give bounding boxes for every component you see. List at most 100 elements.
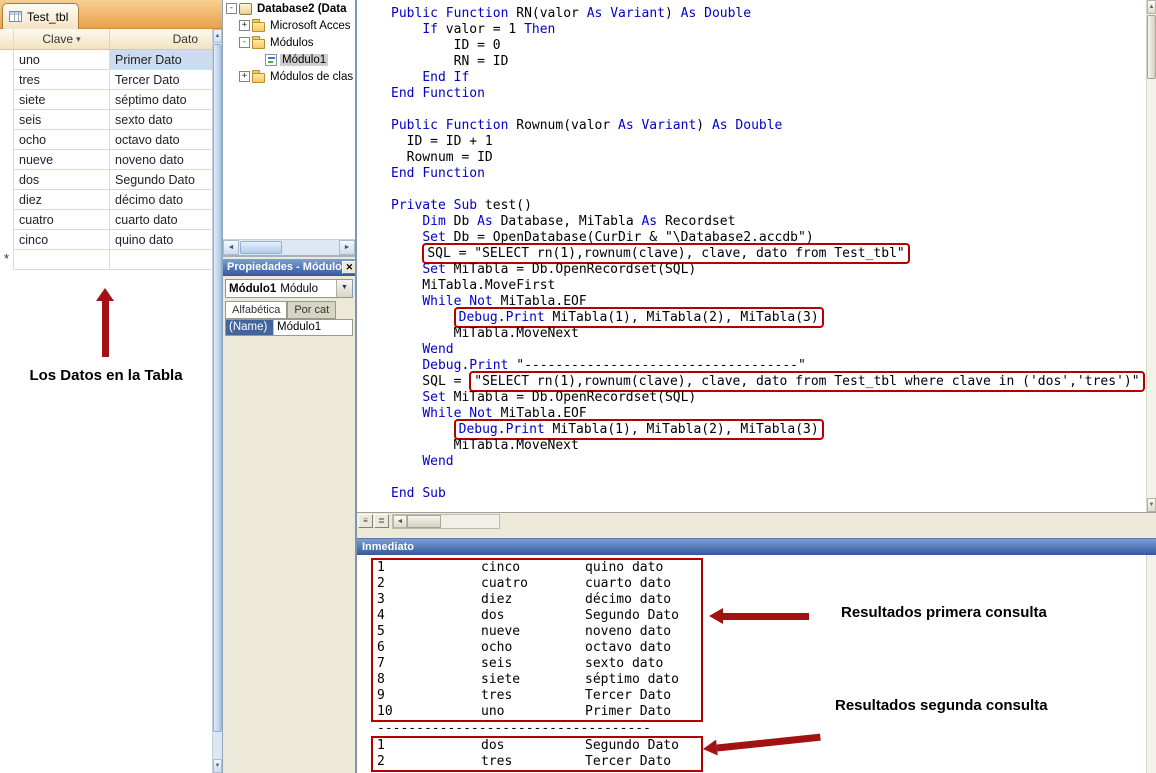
code-horizontal-scrollbar[interactable]: ◄ (392, 514, 500, 529)
record-selector[interactable] (0, 110, 14, 130)
record-selector[interactable] (0, 150, 14, 170)
code-line[interactable]: Dim Db As Database, MiTabla As Recordset (391, 214, 1146, 230)
code-line[interactable]: Wend (391, 454, 1146, 470)
code-line[interactable]: Set MiTabla = Db.OpenRecordset(SQL) (391, 262, 1146, 278)
code-line[interactable]: SQL = "SELECT rn(1),rownum(clave), clave… (391, 243, 1146, 264)
code-line[interactable]: Debug.Print MiTabla(1), MiTabla(2), MiTa… (391, 419, 1146, 440)
output-row[interactable]: 5 nueve noveno dato (377, 624, 701, 640)
code-line[interactable]: Private Sub test() (391, 198, 1146, 214)
output-row[interactable]: 8 siete séptimo dato (377, 672, 701, 688)
sort-filter-icon[interactable]: ▾ (76, 34, 81, 45)
code-vertical-scrollbar[interactable]: ▲ ▼ (1146, 0, 1156, 512)
code-line[interactable] (391, 182, 1146, 198)
output-row[interactable]: 10 uno Primer Dato (377, 704, 701, 720)
procedure-view-icon[interactable]: ≡ (358, 514, 373, 528)
code-line[interactable]: End Sub (391, 486, 1146, 502)
cell-dato[interactable]: séptimo dato (110, 90, 212, 110)
cell-clave[interactable]: nueve (14, 150, 110, 170)
column-header-clave[interactable]: Clave ▾ (14, 29, 110, 49)
scroll-down-icon[interactable]: ▼ (213, 759, 222, 773)
cell-clave[interactable]: uno (14, 50, 110, 70)
scroll-up-icon[interactable]: ▲ (213, 29, 222, 43)
expand-icon[interactable]: + (239, 71, 250, 82)
scrollbar-track[interactable] (282, 240, 339, 255)
cell-dato[interactable]: Segundo Dato (110, 170, 212, 190)
code-line[interactable]: ID = 0 (391, 38, 1146, 54)
property-value-cell[interactable]: Módulo1 (274, 320, 352, 335)
cell-clave[interactable]: dos (14, 170, 110, 190)
tree-item-m-dulos-de-clas[interactable]: + Módulos de clas (223, 68, 355, 85)
cell-clave[interactable]: tres (14, 70, 110, 90)
tree-item-m-dulos[interactable]: - Módulos (223, 34, 355, 51)
close-icon[interactable]: ✕ (341, 261, 355, 274)
scroll-left-icon[interactable]: ◄ (223, 240, 239, 255)
property-name-cell[interactable]: (Name) (226, 320, 274, 335)
tab-alphabetic[interactable]: Alfabética (225, 301, 288, 319)
output-row[interactable]: 2 cuatro cuarto dato (377, 576, 701, 592)
new-record-row[interactable]: * (0, 250, 212, 270)
cell-dato[interactable]: octavo dato (110, 130, 212, 150)
code-line[interactable]: Rownum = ID (391, 150, 1146, 166)
record-selector[interactable] (0, 190, 14, 210)
code-line[interactable]: MiTabla.MoveNext (391, 438, 1146, 454)
cell-dato[interactable] (110, 250, 212, 270)
record-selector[interactable] (0, 70, 14, 90)
cell-clave[interactable]: diez (14, 190, 110, 210)
record-selector[interactable] (0, 90, 14, 110)
cell-clave[interactable] (14, 250, 110, 270)
output-row[interactable]: 1 cinco quino dato (377, 560, 701, 576)
column-header-dato[interactable]: Dato (110, 29, 212, 49)
record-selector[interactable] (0, 130, 14, 150)
code-line[interactable]: Debug.Print MiTabla(1), MiTabla(2), MiTa… (391, 307, 1146, 328)
tab-test-tbl[interactable]: Test_tbl (2, 3, 80, 29)
tree-item-m-dulo1[interactable]: Módulo1 (223, 51, 355, 68)
cell-dato[interactable]: décimo dato (110, 190, 212, 210)
code-line[interactable]: Public Function Rownum(valor As Variant)… (391, 118, 1146, 134)
code-line[interactable]: End Function (391, 166, 1146, 182)
record-selector[interactable] (0, 50, 14, 70)
cell-dato[interactable]: sexto dato (110, 110, 212, 130)
record-selector[interactable] (0, 230, 14, 250)
cell-dato[interactable]: noveno dato (110, 150, 212, 170)
record-selector[interactable] (0, 210, 14, 230)
scroll-left-icon[interactable]: ◄ (393, 515, 407, 528)
immediate-window-titlebar[interactable]: Inmediato (357, 538, 1156, 555)
tab-categorized[interactable]: Por cat (287, 301, 337, 319)
scroll-up-icon[interactable]: ▲ (1147, 0, 1156, 14)
cell-clave[interactable]: cinco (14, 230, 110, 250)
scroll-right-icon[interactable]: ► (339, 240, 355, 255)
record-selector[interactable] (0, 170, 14, 190)
expand-icon[interactable]: + (239, 20, 250, 31)
code-line[interactable]: End If (391, 70, 1146, 86)
datasheet-vertical-scrollbar[interactable]: ▲ ▼ (212, 29, 222, 773)
tree-item-database2-data[interactable]: - Database2 (Data (223, 0, 355, 17)
code-line[interactable]: End Function (391, 86, 1146, 102)
scroll-down-icon[interactable]: ▼ (1147, 498, 1156, 512)
tree-item-microsoft-acces[interactable]: + Microsoft Acces (223, 17, 355, 34)
scrollbar-thumb[interactable] (213, 44, 222, 732)
output-separator-line[interactable]: ----------------------------------- (371, 722, 1146, 736)
code-line[interactable] (391, 102, 1146, 118)
code-line[interactable]: MiTabla.MoveFirst (391, 278, 1146, 294)
code-line[interactable]: Wend (391, 342, 1146, 358)
code-line[interactable] (391, 470, 1146, 486)
cell-dato[interactable]: Primer Dato (110, 50, 212, 70)
full-module-view-icon[interactable]: ≣ (374, 514, 389, 528)
code-line[interactable]: If valor = 1 Then (391, 22, 1146, 38)
output-row[interactable]: 4 dos Segundo Dato (377, 608, 701, 624)
cell-clave[interactable]: ocho (14, 130, 110, 150)
code-line[interactable]: Set MiTabla = Db.OpenRecordset(SQL) (391, 390, 1146, 406)
output-row[interactable]: 3 diez décimo dato (377, 592, 701, 608)
project-explorer-hscrollbar[interactable]: ◄ ► (223, 239, 355, 255)
code-editor[interactable]: Public Function RN(valor As Variant) As … (357, 0, 1146, 512)
scrollbar-thumb[interactable] (1147, 15, 1156, 79)
collapse-icon[interactable]: - (239, 37, 250, 48)
immediate-vertical-scrollbar[interactable] (1146, 555, 1156, 773)
cell-clave[interactable]: cuatro (14, 210, 110, 230)
cell-dato[interactable]: quino dato (110, 230, 212, 250)
output-row[interactable]: 9 tres Tercer Dato (377, 688, 701, 704)
collapse-icon[interactable]: - (226, 3, 237, 14)
new-record-icon[interactable]: * (0, 250, 14, 270)
scrollbar-thumb[interactable] (407, 515, 441, 528)
output-row[interactable]: 1 dos Segundo Dato (377, 738, 701, 754)
